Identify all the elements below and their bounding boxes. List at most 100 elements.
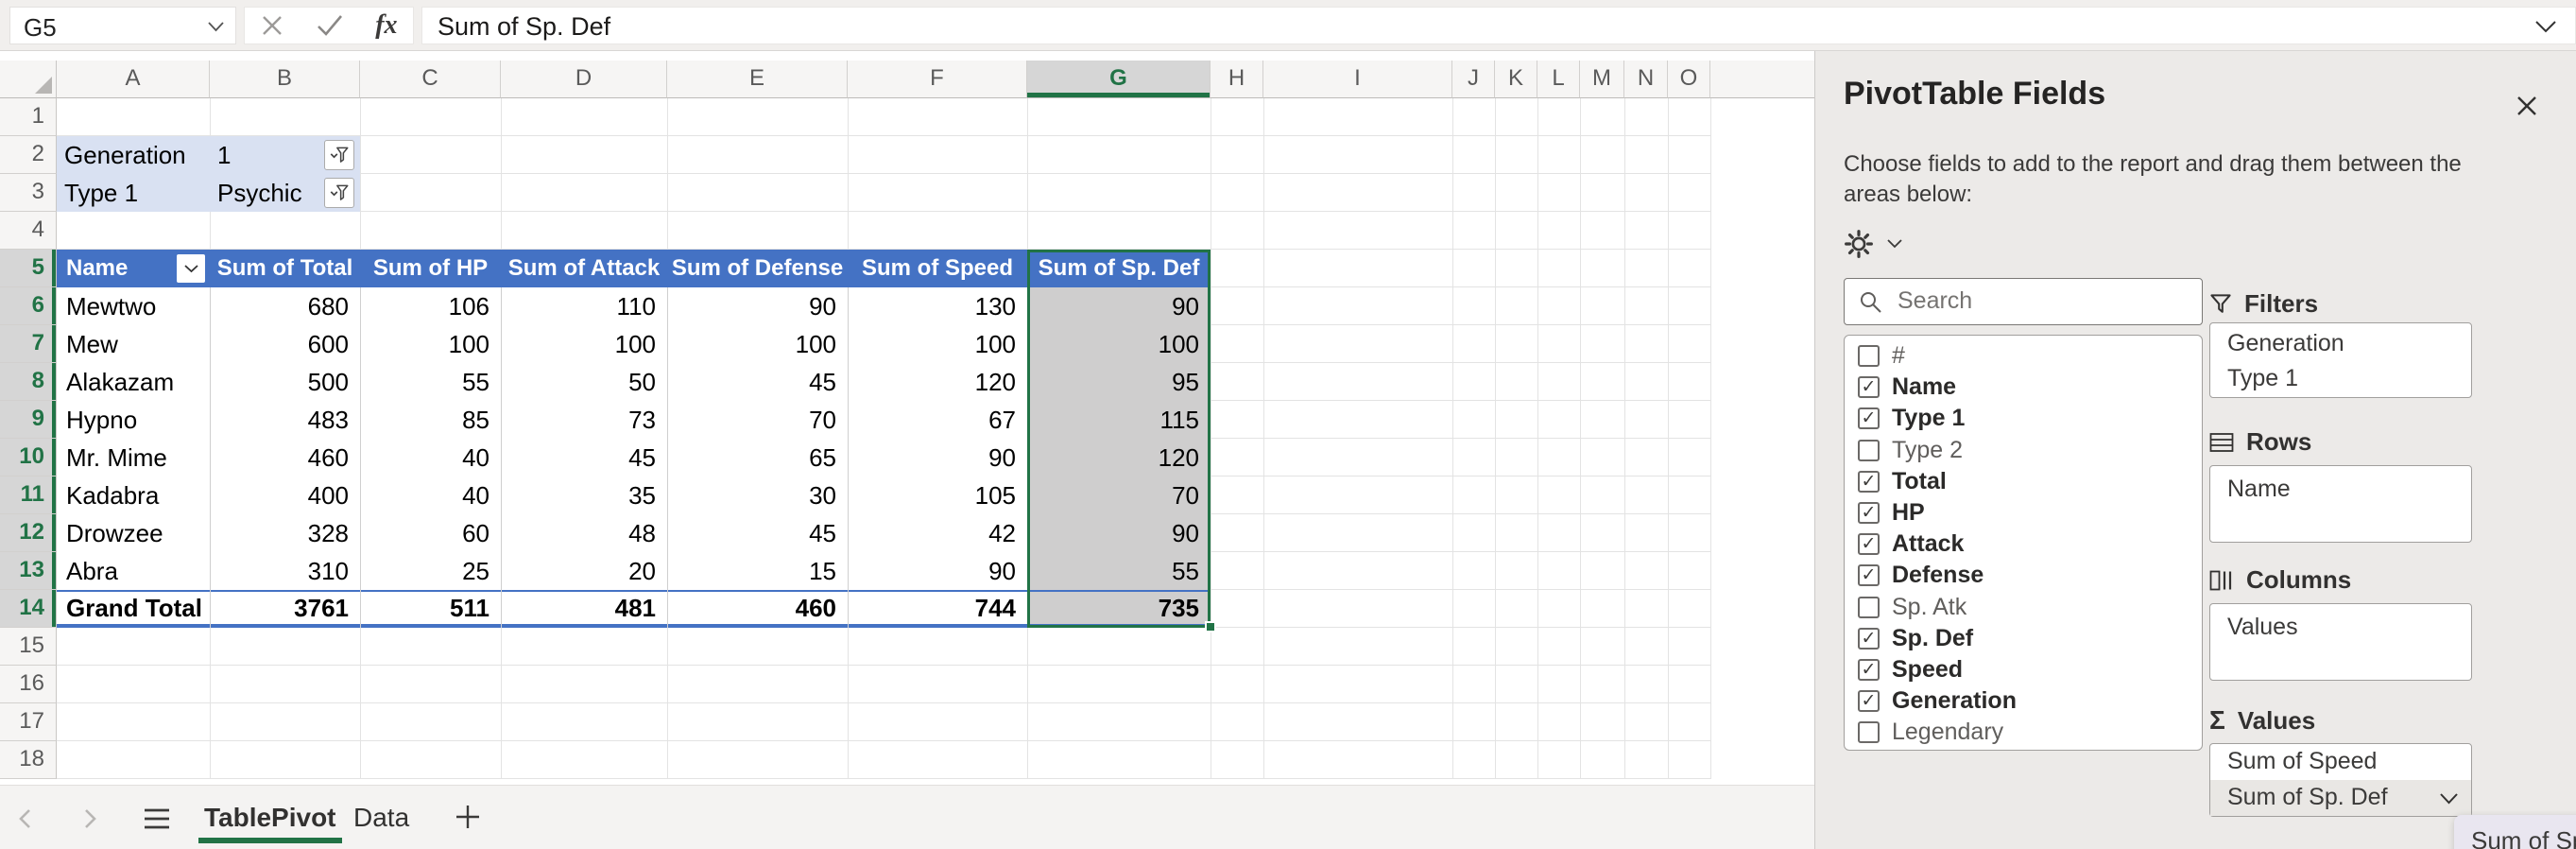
cell[interactable]: Grand Total — [57, 592, 210, 624]
column-header-c[interactable]: C — [360, 61, 501, 98]
column-header-m[interactable]: M — [1580, 61, 1624, 98]
cell[interactable]: 70 — [1027, 476, 1211, 514]
cell[interactable]: 106 — [360, 287, 501, 325]
row-header-15[interactable]: 15 — [0, 628, 57, 666]
pivot-header-sum-of-speed[interactable]: Sum of Speed — [848, 250, 1027, 287]
chevron-down-icon[interactable] — [2440, 793, 2458, 805]
filters-area-item[interactable]: Generation — [2210, 326, 2471, 361]
row-header-18[interactable]: 18 — [0, 741, 57, 779]
cell[interactable]: 50 — [501, 363, 667, 401]
cell[interactable]: Alakazam — [57, 363, 210, 401]
previous-sheet-icon[interactable] — [17, 808, 34, 829]
row-header-2[interactable]: 2 — [0, 136, 57, 174]
pivot-options-gear-button[interactable] — [1844, 229, 1902, 259]
row-header-12[interactable]: 12 — [0, 514, 57, 552]
cell[interactable]: 460 — [667, 592, 848, 624]
checkbox-unchecked[interactable] — [1858, 345, 1880, 367]
checkbox-checked[interactable]: ✓ — [1858, 628, 1880, 650]
cell[interactable]: 40 — [360, 439, 501, 476]
row-header-1[interactable]: 1 — [0, 98, 57, 136]
column-header-k[interactable]: K — [1495, 61, 1537, 98]
cell[interactable]: 110 — [501, 287, 667, 325]
row-header-16[interactable]: 16 — [0, 666, 57, 703]
checkbox-checked[interactable]: ✓ — [1858, 471, 1880, 493]
pivot-header-sum-of-sp-def[interactable]: Sum of Sp. Def — [1027, 250, 1211, 287]
filter-dropdown-button[interactable] — [324, 140, 354, 170]
pivot-header-sum-of-attack[interactable]: Sum of Attack — [501, 250, 667, 287]
row-header-14[interactable]: 14 — [0, 590, 57, 628]
cell[interactable]: 67 — [848, 401, 1027, 439]
cell[interactable]: 45 — [667, 363, 848, 401]
field-item-sp-atk[interactable]: Sp. Atk — [1845, 592, 2202, 623]
checkbox-checked[interactable]: ✓ — [1858, 690, 1880, 712]
name-filter-dropdown-button[interactable] — [177, 254, 205, 283]
field-item-hp[interactable]: ✓HP — [1845, 497, 2202, 528]
row-header-4[interactable]: 4 — [0, 212, 57, 250]
checkbox-unchecked[interactable] — [1858, 721, 1880, 743]
checkbox-checked[interactable]: ✓ — [1858, 564, 1880, 586]
cell[interactable]: 100 — [667, 325, 848, 363]
pivot-header-name[interactable]: Name — [57, 250, 210, 287]
formula-input[interactable]: Sum of Sp. Def — [421, 7, 2576, 44]
expand-formula-bar-icon[interactable] — [2535, 21, 2556, 33]
cell[interactable]: 100 — [848, 325, 1027, 363]
column-header-i[interactable]: I — [1263, 61, 1452, 98]
field-item-sp-def[interactable]: ✓Sp. Def — [1845, 623, 2202, 654]
checkbox-checked[interactable]: ✓ — [1858, 407, 1880, 429]
pivot-header-sum-of-hp[interactable]: Sum of HP — [360, 250, 501, 287]
row-header-7[interactable]: 7 — [0, 325, 57, 363]
field-item-defense[interactable]: ✓Defense — [1845, 560, 2202, 591]
cell[interactable]: 100 — [360, 325, 501, 363]
cell[interactable]: Mewtwo — [57, 287, 210, 325]
column-header-n[interactable]: N — [1624, 61, 1668, 98]
rows-area-box[interactable]: Name — [2209, 465, 2472, 543]
cell[interactable]: 680 — [210, 287, 360, 325]
checkbox-unchecked[interactable] — [1858, 597, 1880, 618]
sheet-tab-tablepivot[interactable]: TablePivot — [197, 786, 344, 849]
cell[interactable]: 90 — [848, 552, 1027, 590]
checkbox-checked[interactable]: ✓ — [1858, 502, 1880, 524]
column-header-h[interactable]: H — [1211, 61, 1263, 98]
cell[interactable]: 511 — [360, 592, 501, 624]
values-area-item-selected[interactable]: Sum of Sp. Def — [2210, 780, 2471, 816]
checkbox-checked[interactable]: ✓ — [1858, 533, 1880, 555]
cell[interactable]: Kadabra — [57, 476, 210, 514]
column-header-g[interactable]: G — [1027, 61, 1211, 98]
cell[interactable]: Drowzee — [57, 514, 210, 552]
pivot-header-sum-of-defense[interactable]: Sum of Defense — [667, 250, 848, 287]
row-header-17[interactable]: 17 — [0, 703, 57, 741]
columns-area-box[interactable]: Values — [2209, 603, 2472, 681]
field-item-generation[interactable]: ✓Generation — [1845, 685, 2202, 717]
cell[interactable]: 45 — [501, 439, 667, 476]
select-all-corner[interactable] — [0, 61, 57, 98]
column-header-f[interactable]: F — [848, 61, 1027, 98]
row-header-10[interactable]: 10 — [0, 439, 57, 476]
rows-area-item[interactable]: Name — [2210, 472, 2471, 508]
cell[interactable]: 45 — [667, 514, 848, 552]
cell[interactable]: 735 — [1027, 592, 1211, 624]
columns-area-item[interactable]: Values — [2210, 610, 2471, 646]
close-pane-button[interactable] — [2510, 89, 2544, 123]
sheet-tab-data[interactable]: Data — [346, 786, 417, 849]
values-area-box[interactable]: Sum of Speed Sum of Sp. Def — [2209, 743, 2472, 817]
cell[interactable]: 130 — [848, 287, 1027, 325]
field-item-speed[interactable]: ✓Speed — [1845, 654, 2202, 685]
field-search-box[interactable] — [1844, 278, 2203, 325]
row-header-5[interactable]: 5 — [0, 250, 57, 287]
cell[interactable]: 42 — [848, 514, 1027, 552]
field-item-type-1[interactable]: ✓Type 1 — [1845, 403, 2202, 434]
column-header-d[interactable]: D — [501, 61, 667, 98]
cell[interactable]: 483 — [210, 401, 360, 439]
cell[interactable]: 120 — [848, 363, 1027, 401]
column-header-b[interactable]: B — [210, 61, 360, 98]
cell[interactable]: 15 — [667, 552, 848, 590]
row-header-6[interactable]: 6 — [0, 287, 57, 325]
cell[interactable]: 30 — [667, 476, 848, 514]
filter-dropdown-button[interactable] — [324, 178, 354, 208]
cell[interactable]: 40 — [360, 476, 501, 514]
filters-area-box[interactable]: Generation Type 1 — [2209, 322, 2472, 398]
cell[interactable]: 60 — [360, 514, 501, 552]
sheet-list-menu-icon[interactable] — [142, 806, 172, 831]
cell[interactable]: 90 — [1027, 287, 1211, 325]
checkbox-checked[interactable]: ✓ — [1858, 376, 1880, 398]
